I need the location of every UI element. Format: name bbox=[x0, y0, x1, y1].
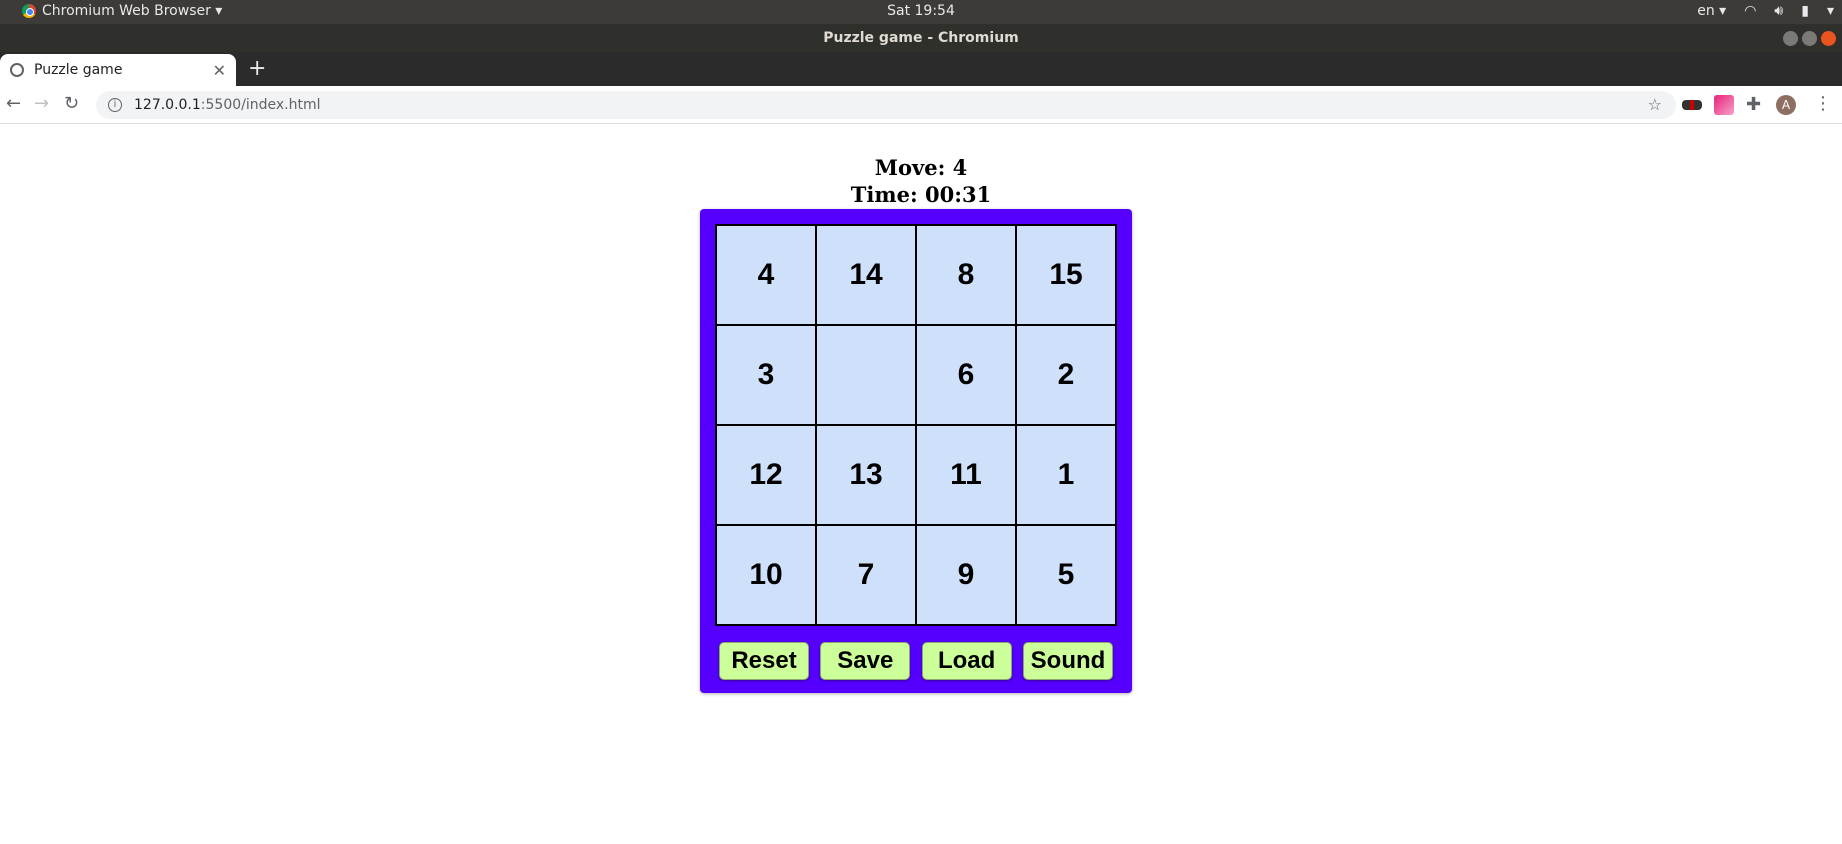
tab-title: Puzzle game bbox=[34, 62, 123, 78]
window-title: Puzzle game - Chromium bbox=[823, 30, 1019, 46]
puzzle-tile[interactable]: 1 bbox=[1017, 426, 1115, 524]
extensions-puzzle-icon[interactable]: ✚ bbox=[1746, 95, 1766, 115]
puzzle-tile[interactable]: 12 bbox=[717, 426, 815, 524]
timer: Time: 00:31 bbox=[850, 182, 992, 207]
wifi-icon[interactable]: ◠ bbox=[1744, 3, 1756, 19]
profile-avatar[interactable]: A bbox=[1776, 95, 1796, 115]
reload-icon[interactable]: ↻ bbox=[64, 94, 79, 114]
puzzle-tile[interactable]: 13 bbox=[817, 426, 915, 524]
browser-toolbar: ← → ↻ i 127.0.0.1:5500/index.html ☆ ✚ A … bbox=[0, 86, 1842, 124]
language-indicator[interactable]: en ▾ bbox=[1697, 3, 1726, 19]
puzzle-tile[interactable]: 11 bbox=[917, 426, 1015, 524]
puzzle-tile[interactable]: 10 bbox=[717, 526, 815, 624]
forward-arrow-icon[interactable]: → bbox=[34, 94, 49, 114]
puzzle-tile[interactable]: 5 bbox=[1017, 526, 1115, 624]
puzzle-grid: 4 14 8 15 3 6 2 12 13 11 1 10 7 9 5 bbox=[715, 224, 1117, 626]
clock[interactable]: Sat 19:54 bbox=[0, 3, 1842, 19]
address-bar[interactable]: i 127.0.0.1:5500/index.html ☆ bbox=[96, 91, 1676, 119]
os-top-bar: Chromium Web Browser ▾ Sat 19:54 en ▾ ◠ … bbox=[0, 0, 1842, 24]
puzzle-tile[interactable]: 2 bbox=[1017, 326, 1115, 424]
save-button[interactable]: Save bbox=[820, 642, 911, 680]
glasses-extension-icon[interactable] bbox=[1682, 100, 1702, 110]
system-menu-arrow-icon[interactable]: ▾ bbox=[1827, 3, 1834, 19]
volume-icon[interactable]: 🔊︎ bbox=[1774, 3, 1783, 19]
puzzle-tile[interactable]: 15 bbox=[1017, 226, 1115, 324]
kebab-menu-icon[interactable]: ⋮ bbox=[1814, 94, 1832, 114]
tab-puzzle-game[interactable]: Puzzle game ✕ bbox=[0, 54, 236, 86]
puzzle-tile[interactable]: 6 bbox=[917, 326, 1015, 424]
system-tray: en ▾ ◠ 🔊︎ ▮ ▾ bbox=[1697, 3, 1834, 19]
url-path: :5500/index.html bbox=[200, 97, 321, 113]
bookmark-star-icon[interactable]: ☆ bbox=[1648, 95, 1662, 114]
gradient-extension-icon[interactable] bbox=[1714, 95, 1734, 115]
puzzle-tile[interactable]: 3 bbox=[717, 326, 815, 424]
game-controls: Reset Save Load Sound bbox=[719, 642, 1113, 680]
page-content: Move: 4 Time: 00:31 4 14 8 15 3 6 2 12 1… bbox=[0, 125, 1842, 844]
load-button[interactable]: Load bbox=[921, 642, 1012, 680]
new-tab-plus-icon[interactable]: + bbox=[248, 58, 266, 80]
puzzle-frame: 4 14 8 15 3 6 2 12 13 11 1 10 7 9 5 Rese… bbox=[700, 209, 1132, 693]
back-arrow-icon[interactable]: ← bbox=[6, 94, 21, 114]
close-window-icon[interactable] bbox=[1821, 31, 1836, 46]
minimize-icon[interactable] bbox=[1783, 31, 1798, 46]
window-title-bar: Puzzle game - Chromium bbox=[0, 24, 1842, 52]
url-host: 127.0.0.1 bbox=[134, 97, 201, 113]
reset-button[interactable]: Reset bbox=[719, 642, 809, 680]
sound-button[interactable]: Sound bbox=[1022, 642, 1113, 680]
puzzle-tile[interactable]: 14 bbox=[817, 226, 915, 324]
globe-icon bbox=[10, 63, 24, 77]
empty-tile bbox=[817, 326, 915, 424]
site-info-icon[interactable]: i bbox=[108, 98, 122, 112]
puzzle-tile[interactable]: 4 bbox=[717, 226, 815, 324]
puzzle-tile[interactable]: 9 bbox=[917, 526, 1015, 624]
maximize-icon[interactable] bbox=[1802, 31, 1817, 46]
tab-close-icon[interactable]: ✕ bbox=[213, 61, 226, 80]
move-counter: Move: 4 bbox=[874, 155, 968, 180]
puzzle-tile[interactable]: 7 bbox=[817, 526, 915, 624]
window-controls bbox=[1783, 31, 1836, 46]
puzzle-tile[interactable]: 8 bbox=[917, 226, 1015, 324]
battery-icon[interactable]: ▮ bbox=[1801, 3, 1809, 19]
tab-strip: Puzzle game ✕ + bbox=[0, 52, 1842, 86]
